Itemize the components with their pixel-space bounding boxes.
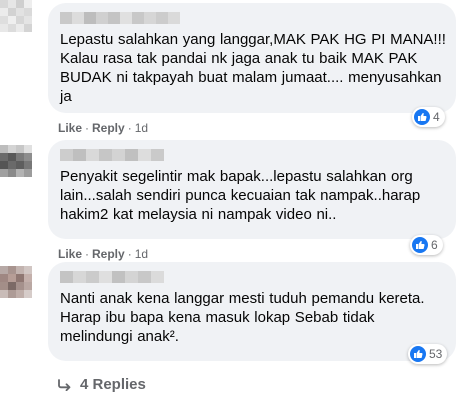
comment-text: Penyakit segelintir mak bapak...lepastu …	[60, 168, 421, 223]
comment-bubble: Penyakit segelintir mak bapak...lepastu …	[48, 140, 456, 239]
comment-timestamp[interactable]: 1d	[135, 247, 148, 261]
comment-timestamp[interactable]: 1d	[135, 121, 148, 135]
avatar[interactable]	[0, 266, 32, 298]
comment-text: Nanti anak kena langgar mesti tuduh pema…	[60, 290, 425, 345]
view-replies-link[interactable]: 4 Replies	[58, 376, 146, 393]
like-link[interactable]: Like	[58, 121, 82, 135]
thumbs-up-icon	[412, 237, 428, 253]
reply-arrow-icon	[58, 378, 72, 391]
comment-actions: Like · Reply · 1d	[58, 247, 148, 261]
comment-text: Lepastu salahkan yang langgar,MAK PAK HG…	[60, 31, 446, 105]
comment-bubble: Lepastu salahkan yang langgar,MAK PAK HG…	[48, 3, 456, 113]
reaction-count: 53	[429, 347, 443, 361]
commenter-name-pixelated[interactable]	[60, 271, 164, 283]
thumbs-up-icon	[414, 109, 430, 125]
comment-actions: Like · Reply · 1d	[58, 121, 148, 135]
separator-dot: ·	[127, 247, 132, 261]
reaction-count-badge[interactable]: 6	[410, 235, 443, 255]
reaction-count: 6	[431, 238, 438, 252]
avatar[interactable]	[0, 0, 32, 32]
comment-bubble: Nanti anak kena langgar mesti tuduh pema…	[48, 262, 456, 361]
reaction-count: 4	[433, 110, 440, 124]
thumbs-up-icon	[410, 346, 426, 362]
separator-dot: ·	[85, 121, 90, 135]
separator-dot: ·	[85, 247, 90, 261]
commenter-name-pixelated[interactable]	[60, 149, 164, 161]
avatar[interactable]	[0, 145, 32, 177]
reaction-count-badge[interactable]: 53	[408, 344, 448, 364]
reaction-count-badge[interactable]: 4	[412, 107, 445, 127]
like-link[interactable]: Like	[58, 247, 82, 261]
reply-link[interactable]: Reply	[92, 121, 125, 135]
replies-label: 4 Replies	[80, 376, 146, 393]
separator-dot: ·	[127, 121, 132, 135]
reply-link[interactable]: Reply	[92, 247, 125, 261]
commenter-name-pixelated[interactable]	[60, 12, 180, 24]
